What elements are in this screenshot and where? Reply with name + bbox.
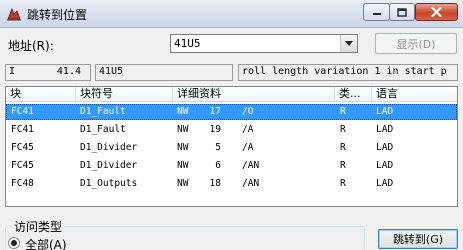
cell-block: FC48	[11, 178, 34, 189]
address-value: 41U5	[174, 37, 201, 50]
table-row[interactable]: FC45 D1_Divider NW 5 /A R LAD	[6, 140, 457, 156]
chevron-down-icon	[345, 41, 353, 46]
cell-symbol: D1_Outputs	[80, 178, 138, 189]
table-row[interactable]: FC48 D1_Outputs NW 18 /AN R LAD	[6, 176, 457, 192]
info-field-symbol: 41U5	[95, 64, 233, 81]
cell-block: FC41	[11, 124, 34, 135]
close-button[interactable]	[415, 3, 458, 21]
column-header-symbol[interactable]: 块符号	[76, 87, 173, 102]
maximize-icon	[397, 7, 407, 17]
title-bar: 跳转到位置	[0, 0, 463, 28]
minimize-button[interactable]	[363, 3, 390, 21]
cell-type: R	[340, 142, 346, 153]
access-all-label[interactable]: 全部(A)	[25, 236, 67, 250]
info-field-address: I 41.4	[5, 64, 91, 81]
column-header-type[interactable]: 类...	[335, 87, 372, 102]
cell-language: LAD	[376, 178, 394, 189]
cell-nw: NW	[177, 142, 189, 153]
cell-language: LAD	[376, 142, 394, 153]
info-address-value: 41.4	[56, 66, 81, 77]
cell-operation: /AN	[242, 160, 260, 171]
address-dropdown-button[interactable]	[340, 35, 357, 52]
cell-language: LAD	[376, 124, 394, 135]
close-icon	[431, 7, 442, 17]
cell-block: FC45	[11, 160, 34, 171]
window-title: 跳转到位置	[27, 8, 88, 22]
column-header-block[interactable]: 块	[6, 87, 76, 102]
access-all-radio[interactable]	[8, 237, 20, 249]
table-row[interactable]: FC41 D1_Fault NW 19 /A R LAD	[6, 122, 457, 138]
cell-type: R	[340, 160, 346, 171]
cell-symbol: D1_Fault	[80, 124, 126, 135]
cell-operation: /A	[242, 124, 254, 135]
cell-symbol: D1_Fault	[80, 106, 126, 117]
access-type-label: 访问类型	[12, 218, 65, 235]
jump-to-button[interactable]: 跳转到(G)	[378, 229, 458, 249]
cell-type: R	[340, 178, 346, 189]
cell-nw: NW	[177, 124, 189, 135]
list-header: 块 块符号 详细资料 类... 语言	[6, 87, 457, 102]
cell-language: LAD	[376, 160, 394, 171]
cell-network-number: 17	[209, 106, 221, 117]
column-header-details[interactable]: 详细资料	[173, 87, 335, 102]
jump-location-icon	[7, 7, 21, 21]
cell-language: LAD	[376, 106, 394, 117]
address-combobox[interactable]: 41U5	[170, 34, 358, 53]
cell-type: R	[340, 124, 346, 135]
cell-operation: /A	[242, 142, 254, 153]
cell-network-number: 18	[209, 178, 221, 189]
cell-block: FC41	[11, 106, 34, 117]
cell-network-number: 19	[209, 124, 221, 135]
reference-list[interactable]: 块 块符号 详细资料 类... 语言 FC41 D1_Fault NW 17 /…	[5, 86, 458, 207]
cell-network-number: 6	[215, 160, 221, 171]
table-row[interactable]: FC45 D1_Divider NW 6 /AN R LAD	[6, 158, 457, 174]
cell-network-number: 5	[215, 142, 221, 153]
cell-nw: NW	[177, 106, 189, 117]
info-field-comment: roll length variation 1 in start p	[238, 64, 458, 81]
table-row[interactable]: FC41 D1_Fault NW 17 /O R LAD	[6, 104, 457, 120]
address-label: 地址(R):	[8, 39, 54, 53]
info-prefix: I	[9, 66, 16, 77]
column-header-language[interactable]: 语言	[372, 87, 457, 102]
cell-nw: NW	[177, 160, 189, 171]
cell-symbol: D1_Divider	[80, 160, 138, 171]
cell-operation: /AN	[242, 178, 260, 189]
cell-operation: /O	[242, 106, 254, 117]
cell-type: R	[340, 106, 346, 117]
maximize-button[interactable]	[389, 3, 415, 21]
cell-nw: NW	[177, 178, 189, 189]
cell-block: FC45	[11, 142, 34, 153]
display-button[interactable]: 显示(D)	[375, 33, 457, 54]
cell-symbol: D1_Divider	[80, 142, 138, 153]
minimize-icon	[372, 13, 381, 15]
